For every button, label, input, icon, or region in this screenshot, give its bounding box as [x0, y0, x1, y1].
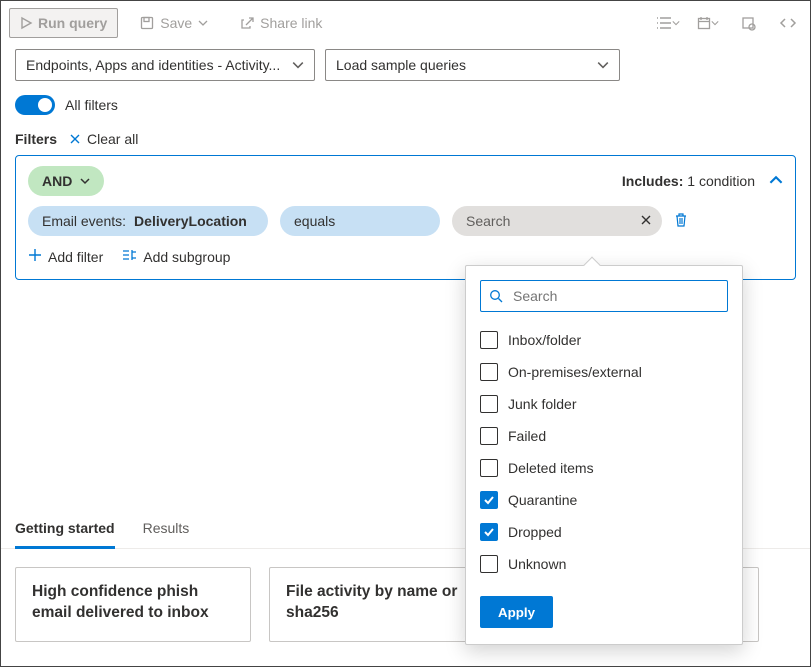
logic-operator-label: AND	[42, 173, 72, 189]
checkbox[interactable]	[480, 459, 498, 477]
filter-operator-label: equals	[294, 213, 335, 229]
add-filter-label: Add filter	[48, 249, 103, 265]
popup-option-label: Junk folder	[508, 396, 576, 412]
share-label: Share link	[260, 15, 322, 31]
checkbox[interactable]	[480, 491, 498, 509]
popup-search-input[interactable]	[511, 287, 719, 305]
checkbox[interactable]	[480, 555, 498, 573]
subgroup-icon	[121, 248, 137, 265]
apply-button[interactable]: Apply	[480, 596, 553, 628]
popup-option[interactable]: Quarantine	[480, 484, 728, 516]
filter-value-placeholder: Search	[466, 213, 510, 229]
filters-header: Filters Clear all	[1, 121, 810, 155]
checkbox[interactable]	[480, 523, 498, 541]
scope-selector[interactable]: Endpoints, Apps and identities - Activit…	[15, 49, 315, 81]
popup-options-list: Inbox/folder On-premises/external Junk fol…	[480, 324, 728, 580]
all-filters-toggle[interactable]	[15, 95, 55, 115]
all-filters-label: All filters	[65, 97, 118, 113]
share-link-button[interactable]: Share link	[230, 8, 332, 38]
chevron-down-icon	[597, 59, 609, 71]
add-subgroup-label: Add subgroup	[143, 249, 230, 265]
popup-option-label: Dropped	[508, 524, 562, 540]
tab-getting-started[interactable]: Getting started	[15, 510, 115, 549]
list-view-button[interactable]	[654, 9, 682, 37]
popup-option-label: Failed	[508, 428, 546, 444]
popup-option[interactable]: Failed	[480, 420, 728, 452]
checkbox[interactable]	[480, 331, 498, 349]
popup-option[interactable]: Unknown	[480, 548, 728, 580]
includes-summary: Includes: 1 condition	[622, 173, 783, 190]
selectors-row: Endpoints, Apps and identities - Activit…	[1, 45, 810, 89]
save-label: Save	[160, 15, 192, 31]
filter-field-pill[interactable]: Email events: DeliveryLocation	[28, 206, 268, 236]
includes-label: Includes:	[622, 173, 683, 189]
filter-panel: AND Includes: 1 condition Email events: …	[15, 155, 796, 280]
sample-queries-label: Load sample queries	[336, 57, 466, 73]
scope-selector-label: Endpoints, Apps and identities - Activit…	[26, 57, 280, 73]
filter-value-pill[interactable]: Search	[452, 206, 662, 236]
popup-option[interactable]: Junk folder	[480, 388, 728, 420]
settings-icon-button[interactable]	[734, 9, 762, 37]
date-range-button[interactable]	[694, 9, 722, 37]
filter-operator-pill[interactable]: equals	[280, 206, 440, 236]
close-icon	[69, 133, 81, 145]
run-query-button[interactable]: Run query	[9, 8, 118, 38]
share-icon	[240, 16, 254, 30]
run-query-label: Run query	[38, 15, 107, 31]
filter-panel-head: AND Includes: 1 condition	[28, 166, 783, 196]
checkbox[interactable]	[480, 427, 498, 445]
save-button[interactable]: Save	[130, 8, 218, 38]
popup-option-label: Inbox/folder	[508, 332, 581, 348]
chevron-down-icon	[80, 176, 90, 186]
query-card-title: High confidence phish email delivered to…	[32, 582, 234, 624]
clear-all-label: Clear all	[87, 131, 138, 147]
collapse-panel-button[interactable]	[769, 173, 783, 190]
query-card[interactable]: High confidence phish email delivered to…	[15, 567, 251, 642]
app-frame: Run query Save Share link Endpoints, App…	[0, 0, 811, 667]
toolbar: Run query Save Share link	[1, 1, 810, 45]
tab-results[interactable]: Results	[143, 510, 190, 548]
chevron-down-icon	[292, 59, 304, 71]
search-icon	[489, 289, 503, 303]
plus-icon	[28, 248, 42, 265]
popup-option[interactable]: On-premises/external	[480, 356, 728, 388]
delete-condition-button[interactable]	[674, 212, 688, 231]
filter-condition-row: Email events: DeliveryLocation equals Se…	[28, 206, 783, 236]
popup-option-label: On-premises/external	[508, 364, 642, 380]
sample-queries-selector[interactable]: Load sample queries	[325, 49, 620, 81]
checkbox[interactable]	[480, 395, 498, 413]
add-filter-button[interactable]: Add filter	[28, 248, 103, 265]
code-toggle-button[interactable]	[774, 9, 802, 37]
trash-icon	[674, 212, 688, 228]
popup-option[interactable]: Dropped	[480, 516, 728, 548]
popup-option[interactable]: Deleted items	[480, 452, 728, 484]
query-card-title: File activity by name or sha256	[286, 582, 488, 624]
chevron-down-icon	[198, 18, 208, 28]
logic-operator-pill[interactable]: AND	[28, 166, 104, 196]
popup-option-label: Quarantine	[508, 492, 577, 508]
clear-all-button[interactable]: Clear all	[69, 131, 138, 147]
filter-field-prefix: Email events:	[42, 213, 126, 229]
filters-title: Filters	[15, 131, 57, 147]
popup-option-label: Deleted items	[508, 460, 594, 476]
checkbox[interactable]	[480, 363, 498, 381]
popup-option[interactable]: Inbox/folder	[480, 324, 728, 356]
value-picker-popup: Inbox/folder On-premises/external Junk fol…	[465, 265, 743, 645]
clear-value-button[interactable]	[640, 213, 652, 229]
close-icon	[640, 214, 652, 226]
filter-field-value: DeliveryLocation	[134, 213, 247, 229]
popup-search-box[interactable]	[480, 280, 728, 312]
play-icon	[20, 17, 32, 29]
all-filters-row: All filters	[1, 89, 810, 121]
save-icon	[140, 16, 154, 30]
chevron-up-icon	[769, 173, 783, 187]
add-subgroup-button[interactable]: Add subgroup	[121, 248, 230, 265]
filter-actions: Add filter Add subgroup	[28, 248, 783, 265]
includes-count: 1 condition	[687, 173, 755, 189]
popup-option-label: Unknown	[508, 556, 566, 572]
